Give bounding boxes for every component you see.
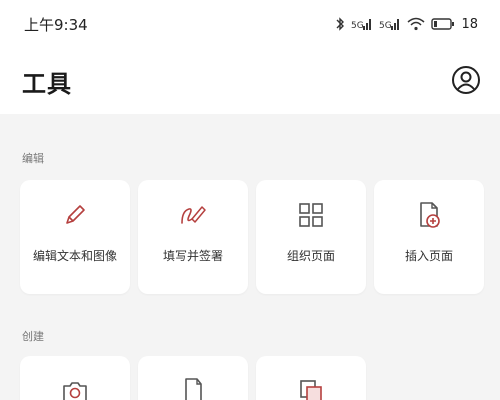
- status-icons: 5G 5G 18: [335, 16, 478, 32]
- status-bar: 上午9:34 5G 5G 18: [0, 0, 500, 48]
- tool-organize-pages[interactable]: 组织页面: [256, 180, 366, 294]
- app-header: 工具: [0, 48, 500, 114]
- edit-tools-grid: 编辑文本和图像 填写并签署 组织页面 插入页面: [20, 180, 484, 294]
- status-time: 上午9:34: [24, 15, 88, 34]
- account-icon: [451, 65, 481, 98]
- grid-icon: [294, 198, 328, 232]
- tool-label: 填写并签署: [162, 249, 223, 263]
- svg-text:5G: 5G: [351, 21, 364, 31]
- signal-icon: 5G: [379, 17, 401, 31]
- svg-text:5G: 5G: [379, 21, 392, 31]
- combine-icon: [294, 374, 328, 400]
- tool-label: 编辑文本和图像: [32, 249, 117, 263]
- insert-page-icon: [412, 198, 446, 232]
- tool-create-document[interactable]: [138, 356, 248, 400]
- tool-edit-text-images[interactable]: 编辑文本和图像: [20, 180, 130, 294]
- section-label-create: 创建: [22, 330, 44, 343]
- bluetooth-icon: [335, 16, 345, 32]
- section-label-edit: 编辑: [22, 152, 44, 165]
- camera-icon: [58, 374, 92, 400]
- tool-label: 插入页面: [404, 249, 453, 263]
- battery-icon: [431, 17, 455, 31]
- signal-icon: 5G: [351, 17, 373, 31]
- sign-icon: [176, 198, 210, 232]
- account-button[interactable]: [450, 65, 482, 97]
- tool-combine[interactable]: [256, 356, 366, 400]
- tool-label: 组织页面: [286, 249, 335, 263]
- document-icon: [176, 374, 210, 400]
- create-tools-grid: [20, 356, 366, 400]
- wifi-icon: [407, 17, 425, 31]
- tool-scan[interactable]: [20, 356, 130, 400]
- pencil-icon: [58, 198, 92, 232]
- battery-percent: 18: [461, 16, 478, 32]
- page-title: 工具: [22, 69, 72, 98]
- tool-fill-and-sign[interactable]: 填写并签署: [138, 180, 248, 294]
- tool-insert-page[interactable]: 插入页面: [374, 180, 484, 294]
